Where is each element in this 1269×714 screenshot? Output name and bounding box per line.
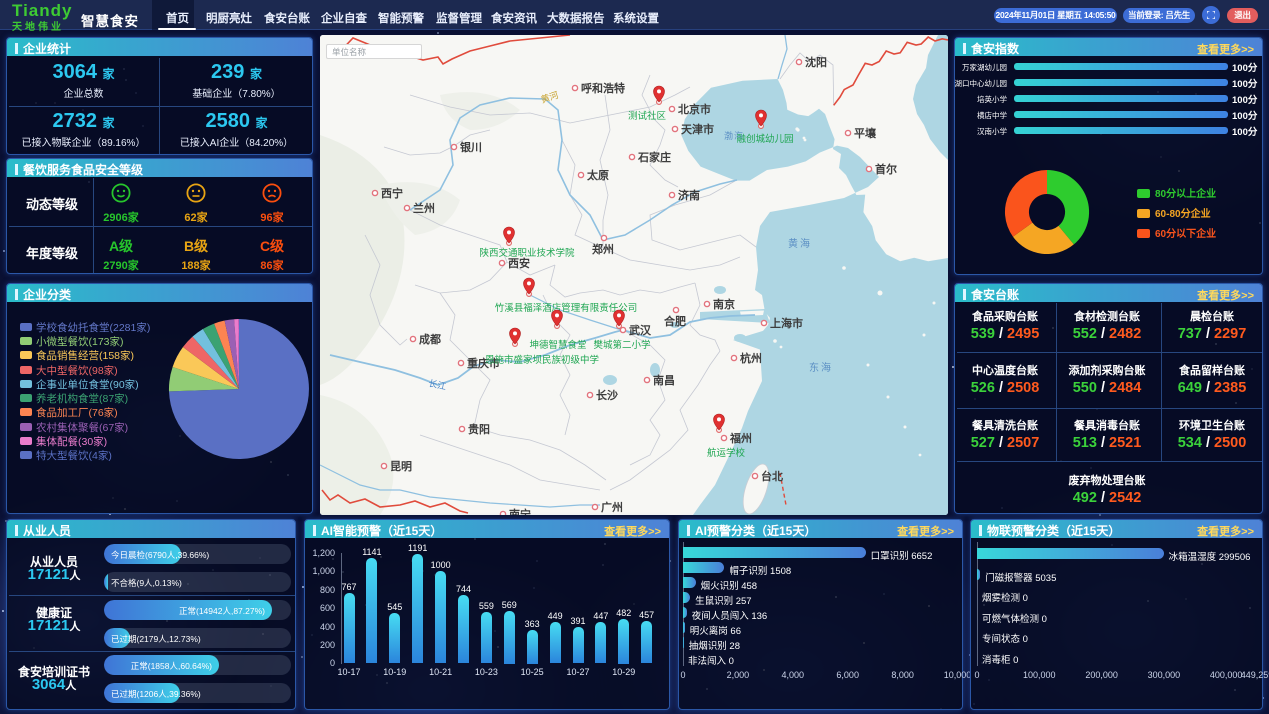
- svg-text:广州: 广州: [601, 500, 623, 514]
- svg-text:成都: 成都: [419, 332, 441, 346]
- svg-text:东海: 东海: [809, 361, 833, 374]
- svg-text:济南: 济南: [678, 188, 700, 202]
- svg-text:沈阳: 沈阳: [805, 55, 827, 69]
- svg-text:合肥: 合肥: [664, 314, 686, 328]
- svg-text:台北: 台北: [761, 469, 783, 483]
- svg-text:武汉: 武汉: [629, 323, 652, 337]
- svg-text:郑州: 郑州: [592, 242, 614, 256]
- svg-text:兰州: 兰州: [413, 201, 435, 215]
- svg-text:西宁: 西宁: [381, 186, 403, 200]
- svg-text:长沙: 长沙: [596, 388, 618, 402]
- svg-text:天津市: 天津市: [681, 122, 714, 136]
- svg-text:银川: 银川: [460, 140, 482, 154]
- svg-text:杭州: 杭州: [740, 351, 762, 365]
- svg-text:上海市: 上海市: [770, 316, 803, 330]
- svg-text:平壤: 平壤: [854, 126, 877, 140]
- svg-text:融创城幼儿园: 融创城幼儿园: [736, 133, 793, 145]
- svg-text:首尔: 首尔: [875, 162, 897, 176]
- svg-text:航运学校: 航运学校: [707, 447, 746, 459]
- svg-text:太原: 太原: [586, 168, 609, 182]
- svg-text:测试社区: 测试社区: [628, 110, 667, 122]
- svg-text:樊城第二小学: 樊城第二小学: [593, 339, 650, 351]
- svg-text:恩施市盛家坝民族初级中学: 恩施市盛家坝民族初级中学: [485, 354, 599, 366]
- svg-text:福州: 福州: [729, 431, 752, 445]
- svg-text:南昌: 南昌: [653, 373, 675, 387]
- svg-text:北京市: 北京市: [678, 102, 711, 116]
- svg-text:贵阳: 贵阳: [468, 422, 490, 436]
- svg-text:坤德智慧食堂: 坤德智慧食堂: [529, 339, 586, 351]
- svg-text:石家庄: 石家庄: [637, 150, 671, 164]
- svg-text:昆明: 昆明: [390, 460, 412, 473]
- svg-text:南京: 南京: [713, 297, 735, 311]
- svg-text:黄海: 黄海: [788, 237, 812, 250]
- svg-text:陕西交通职业技术学院: 陕西交通职业技术学院: [479, 247, 575, 259]
- svg-text:南宁: 南宁: [509, 507, 531, 515]
- svg-text:呼和浩特: 呼和浩特: [581, 81, 625, 95]
